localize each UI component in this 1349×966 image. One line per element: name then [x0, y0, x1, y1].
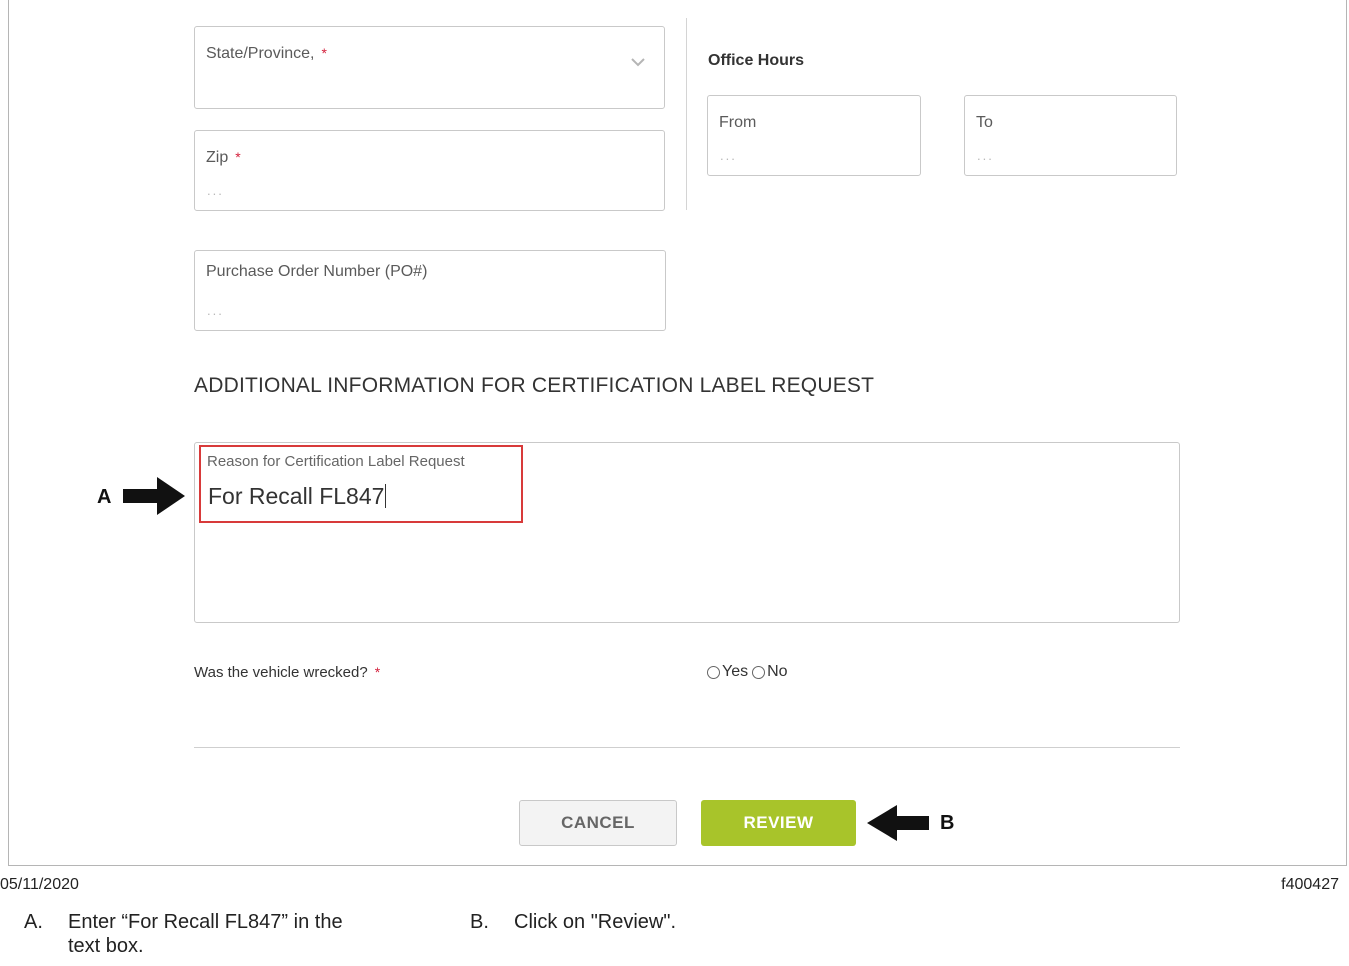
- note-a-text-line1: Enter “For Recall FL847” in the: [68, 911, 343, 933]
- wrecked-radio-group: Yes No: [707, 663, 788, 681]
- zip-label: Zip *: [206, 149, 241, 166]
- radio-yes[interactable]: [707, 665, 720, 679]
- section-title: ADDITIONAL INFORMATION FOR CERTIFICATION…: [194, 374, 875, 397]
- reason-value-text: For Recall FL847: [208, 483, 385, 509]
- cancel-button[interactable]: CANCEL: [519, 800, 677, 846]
- note-a-letter: A.: [24, 911, 43, 933]
- to-placeholder: ...: [977, 148, 994, 163]
- review-button[interactable]: REVIEW: [701, 800, 856, 846]
- note-b: B. Click on "Review".: [470, 910, 676, 934]
- reason-value[interactable]: For Recall FL847: [208, 483, 387, 510]
- figure-id: f400427: [1281, 876, 1339, 893]
- reason-label: Reason for Certification Label Request: [207, 453, 465, 470]
- chevron-down-icon[interactable]: [630, 57, 646, 67]
- text-cursor: [385, 484, 387, 508]
- po-number-placeholder: ...: [207, 303, 224, 318]
- office-hours-title: Office Hours: [708, 52, 805, 69]
- from-label: From: [719, 114, 757, 131]
- callout-b-label: B: [940, 812, 955, 834]
- from-placeholder: ...: [720, 148, 737, 163]
- date-stamp: 05/11/2020: [0, 876, 79, 893]
- state-province-label: State/Province, *: [206, 45, 327, 62]
- arrow-left-icon: [867, 805, 929, 841]
- state-province-select[interactable]: State/Province, *: [194, 26, 665, 109]
- po-number-label: Purchase Order Number (PO#): [206, 263, 428, 280]
- zip-field[interactable]: Zip * ...: [194, 130, 665, 211]
- arrow-right-icon: [123, 477, 185, 515]
- vertical-divider: [686, 18, 687, 210]
- note-b-letter: B.: [470, 911, 489, 933]
- required-asterisk: *: [321, 45, 327, 61]
- note-a: A. Enter “For Recall FL847” in the text b…: [24, 910, 343, 958]
- office-hours-to-field[interactable]: To ...: [964, 95, 1177, 176]
- zip-placeholder: ...: [207, 183, 224, 198]
- radio-no-label: No: [767, 663, 788, 680]
- note-b-text: Click on "Review".: [514, 911, 677, 933]
- radio-yes-label: Yes: [722, 663, 749, 680]
- callout-a-label: A: [97, 486, 112, 508]
- po-number-field[interactable]: Purchase Order Number (PO#) ...: [194, 250, 666, 331]
- office-hours-from-field[interactable]: From ...: [707, 95, 921, 176]
- radio-no[interactable]: [752, 665, 766, 679]
- required-asterisk: *: [374, 664, 381, 680]
- wrecked-question: Was the vehicle wrecked? *: [194, 664, 381, 681]
- to-label: To: [976, 114, 993, 131]
- horizontal-divider: [194, 747, 1180, 748]
- note-a-text-line2: text box.: [68, 935, 144, 957]
- form-screenshot-frame: State/Province, * Zip * ... Purchase Order…: [8, 0, 1347, 866]
- required-asterisk: *: [235, 149, 241, 165]
